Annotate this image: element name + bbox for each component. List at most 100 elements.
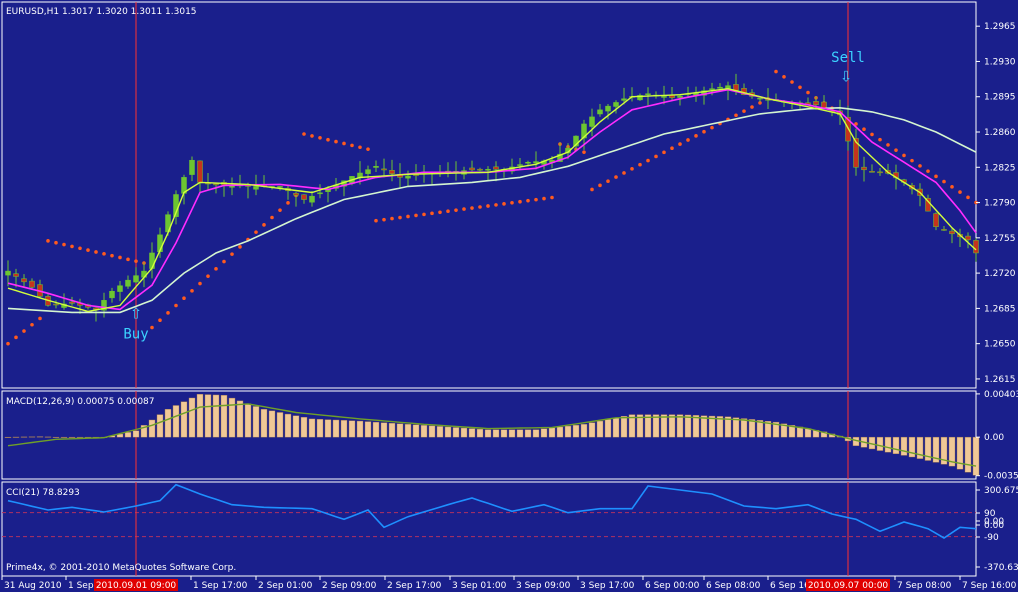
macd-bar xyxy=(532,429,540,438)
macd-bar xyxy=(876,436,884,451)
macd-bar xyxy=(60,436,68,438)
sar-dot xyxy=(510,200,514,205)
sar-dot xyxy=(478,205,482,209)
sar-dot xyxy=(86,248,90,252)
sar-dot xyxy=(598,183,602,188)
macd-bar xyxy=(612,417,620,438)
sar-dot xyxy=(366,147,370,151)
candle-body xyxy=(253,186,259,190)
candle-body xyxy=(757,97,763,100)
candle-body xyxy=(53,303,59,306)
candle-body xyxy=(941,229,947,231)
sar-dot xyxy=(934,174,938,179)
macd-bar xyxy=(132,430,140,438)
macd-header: MACD(12,26,9) 0.00075 0.00087 xyxy=(6,397,155,407)
sar-dot xyxy=(502,202,506,206)
sar-dot xyxy=(6,341,10,346)
candle-body xyxy=(301,194,307,200)
macd-tick-label: 0.00 xyxy=(984,433,1004,443)
sar-dot xyxy=(446,209,450,214)
sar-dot xyxy=(550,195,554,200)
sar-dot xyxy=(494,203,498,207)
candle-body xyxy=(597,109,603,115)
macd-bar xyxy=(732,417,740,438)
macd-bar xyxy=(684,414,692,438)
sar-dot xyxy=(46,239,50,243)
sar-dot xyxy=(222,259,226,264)
sar-dot xyxy=(870,132,874,137)
candle-body xyxy=(109,290,115,299)
macd-bar xyxy=(588,422,596,438)
macd-bar xyxy=(492,429,500,438)
sar-dot xyxy=(774,69,778,74)
candle-body xyxy=(13,273,19,277)
macd-bar xyxy=(204,394,212,438)
sar-dot xyxy=(710,125,714,130)
macd-tick-label: -0.00359 xyxy=(984,472,1018,482)
macd-bar xyxy=(484,429,492,438)
sar-dot xyxy=(606,179,610,184)
macd-bar xyxy=(516,429,524,438)
macd-bar xyxy=(252,406,260,438)
time-label: 7 Sep 16:00 xyxy=(962,581,1017,591)
candle-body xyxy=(309,195,315,203)
macd-bar xyxy=(740,418,748,438)
price-tick-label: 1.2965 xyxy=(984,22,1016,32)
sar-dot xyxy=(278,208,282,212)
macd-bar xyxy=(508,429,516,438)
sar-dot xyxy=(326,137,330,142)
candle-body xyxy=(29,280,35,288)
sar-dot xyxy=(734,113,738,118)
chart-background xyxy=(0,0,1018,592)
sar-dot xyxy=(662,150,666,155)
sar-dot xyxy=(582,150,586,154)
candle-body xyxy=(709,88,715,90)
candle-body xyxy=(717,86,723,89)
sar-dot xyxy=(630,167,634,171)
candle-body xyxy=(405,175,411,179)
macd-bar xyxy=(548,427,556,438)
macd-bar xyxy=(228,397,236,438)
macd-bar xyxy=(268,410,276,438)
candle-body xyxy=(525,161,531,164)
sar-dot xyxy=(894,148,898,152)
sar-dot xyxy=(54,240,58,245)
macd-bar xyxy=(260,409,268,438)
candle-body xyxy=(645,93,651,95)
sar-dot xyxy=(150,325,154,330)
macd-bar xyxy=(804,428,812,438)
sar-dot xyxy=(182,296,186,300)
candle-body xyxy=(877,171,883,174)
macd-tick-label: 0.00403 xyxy=(984,390,1018,400)
sar-dot xyxy=(398,215,402,220)
macd-bar xyxy=(340,420,348,438)
sar-dot xyxy=(390,216,394,221)
sar-dot xyxy=(622,171,626,175)
sar-dot xyxy=(966,195,970,200)
time-label: 3 Sep 01:00 xyxy=(452,581,507,591)
sar-dot xyxy=(78,246,82,251)
time-label: 6 Sep 00:00 xyxy=(645,581,700,591)
trading-chart: EURUSD,H1 1.3017 1.3020 1.3011 1.3015 ⇧ … xyxy=(0,0,1018,592)
sar-dot xyxy=(302,132,306,136)
sar-dot xyxy=(270,215,274,220)
macd-bar xyxy=(668,414,676,438)
candle-body xyxy=(69,301,75,304)
candle-body xyxy=(317,192,323,195)
macd-bar xyxy=(540,428,548,438)
candle-body xyxy=(605,105,611,112)
candle-body xyxy=(389,170,395,174)
sar-dot xyxy=(806,90,810,95)
macd-bar xyxy=(660,414,668,438)
candle-body xyxy=(973,240,979,254)
macd-bar xyxy=(652,414,660,438)
macd-bar xyxy=(316,419,324,438)
macd-bar xyxy=(428,425,436,438)
sar-dot xyxy=(462,207,466,211)
sar-dot xyxy=(286,201,290,205)
sar-dot xyxy=(926,169,930,173)
sar-dot xyxy=(486,204,490,208)
macd-bar xyxy=(620,416,628,438)
macd-bar xyxy=(692,415,700,438)
buy-annotation: Buy xyxy=(123,326,148,342)
